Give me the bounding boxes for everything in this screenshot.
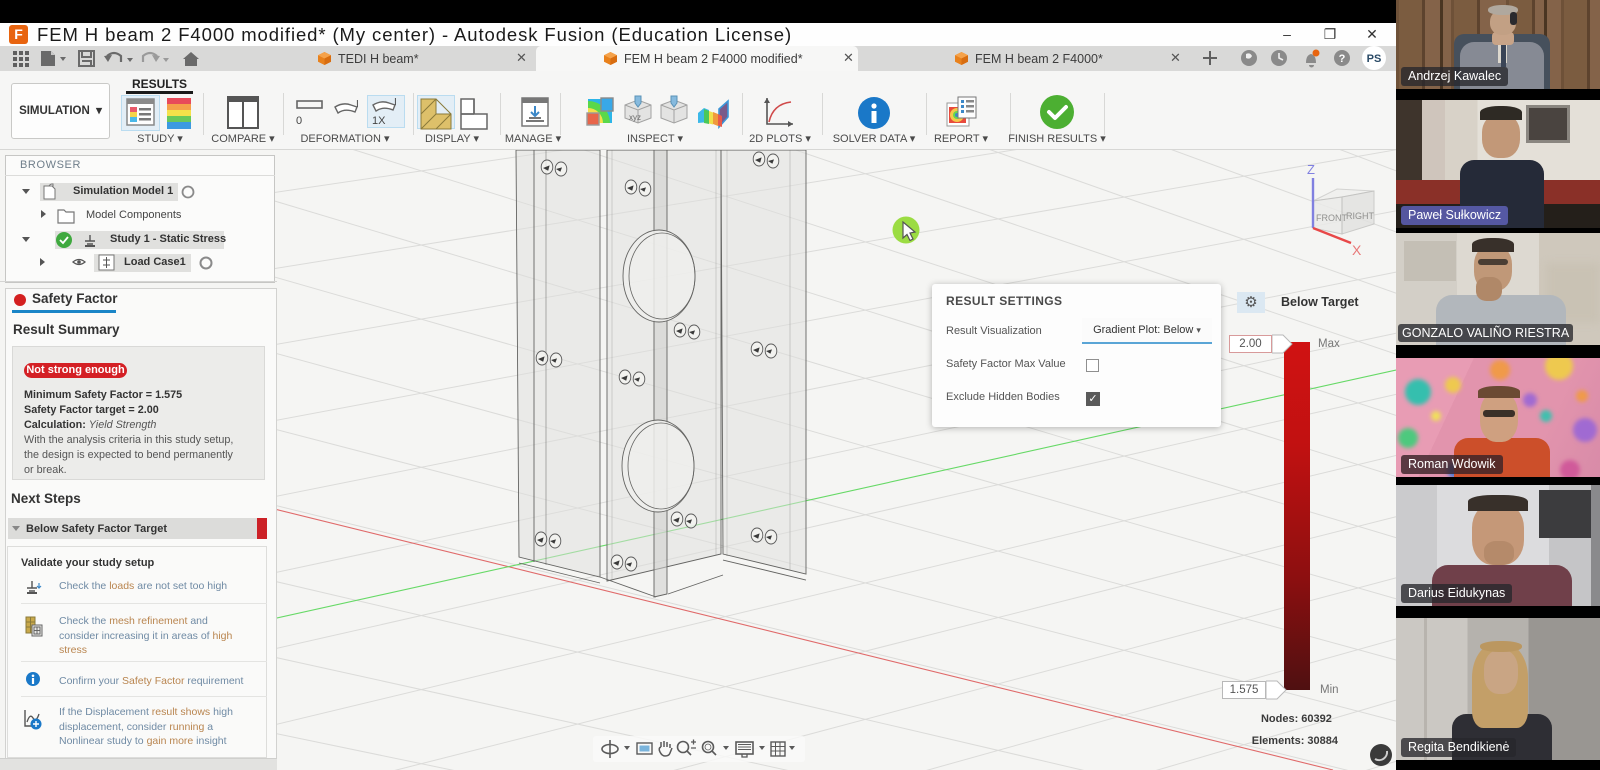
svg-text:RIGHT: RIGHT [1346, 211, 1375, 221]
svg-text:PS: PS [1367, 53, 1382, 65]
svg-text:Z: Z [1307, 162, 1315, 177]
svg-text:?: ? [1339, 53, 1346, 65]
svg-text:X: X [1352, 242, 1362, 258]
svg-text:xyz: xyz [629, 113, 641, 122]
svg-text:I: I [356, 99, 359, 110]
svg-text:0: 0 [296, 115, 302, 127]
svg-text:1X: 1X [372, 115, 386, 127]
svg-text:FRONT: FRONT [1316, 213, 1347, 223]
svg-text:I: I [394, 97, 397, 108]
